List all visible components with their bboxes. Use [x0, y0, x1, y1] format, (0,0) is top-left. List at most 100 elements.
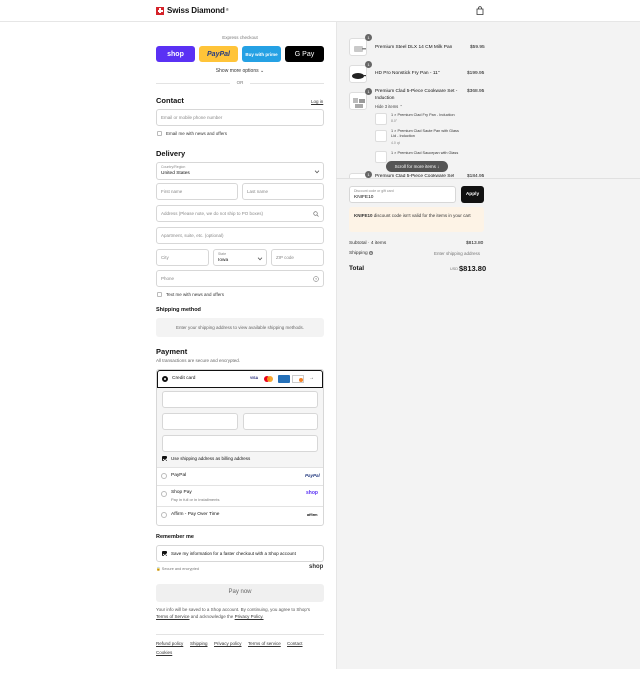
- save-info-label: Save my information for a faster checkou…: [171, 551, 296, 556]
- email-field[interactable]: Email or mobile phone number: [156, 109, 324, 126]
- affirm-label: Affirm - Pay Over Time: [171, 512, 220, 517]
- login-link[interactable]: Log in: [311, 99, 323, 104]
- legal-line-1: Your info will be saved to a Shop accoun…: [156, 607, 311, 612]
- product-thumbnail: [349, 38, 367, 56]
- paypal-logo: PayPal: [305, 473, 320, 478]
- shipping-method-box: Enter your shipping address to view avai…: [156, 318, 324, 337]
- terms-of-service-link[interactable]: Terms of service: [248, 641, 281, 646]
- item-name: HD Pro Nonstick Fry Pan - 11": [375, 71, 440, 76]
- quantity-badge: 1: [365, 88, 372, 95]
- swiss-cross-icon: [156, 6, 164, 15]
- shopping-bag-icon[interactable]: [476, 6, 484, 15]
- shop-pay-radio[interactable]: [161, 491, 167, 497]
- chevron-down-icon: [257, 255, 263, 261]
- address-field[interactable]: Address (Please note, we do not ship to …: [156, 205, 324, 222]
- email-news-label: Email me with news and offers: [166, 131, 227, 136]
- express-title: Express checkout: [222, 35, 258, 40]
- last-name-field[interactable]: Last name: [242, 183, 324, 200]
- more-cards-icon: →: [309, 375, 314, 381]
- card-fields: Use shipping address as billing address: [157, 388, 323, 468]
- shop-logo: shop: [306, 490, 318, 496]
- total-label: Total: [349, 265, 365, 272]
- shop-pay-button[interactable]: shop: [156, 46, 195, 62]
- subtotal-value: $813.80: [466, 241, 484, 246]
- contact-link[interactable]: Contact: [287, 641, 303, 646]
- apartment-field[interactable]: Apartment, suite, etc. (optional): [156, 227, 324, 244]
- text-news-checkbox[interactable]: [157, 292, 162, 297]
- apply-button[interactable]: Apply: [461, 186, 484, 203]
- quantity-badge: 1: [365, 61, 372, 68]
- mastercard-logo: [264, 376, 274, 383]
- terms-link[interactable]: Terms of Service: [156, 614, 190, 619]
- sub-item-variant: 8.0": [391, 119, 398, 123]
- country-select[interactable]: Country/Region United States: [156, 162, 324, 180]
- security-code-field[interactable]: [243, 413, 318, 430]
- email-news-checkbox[interactable]: [157, 131, 162, 136]
- item-price: $368.95: [467, 89, 485, 94]
- shop-pay-label: Shop Pay: [171, 490, 192, 495]
- billing-address-checkbox[interactable]: [162, 456, 167, 461]
- svg-text:?: ?: [315, 277, 317, 281]
- help-icon[interactable]: ?: [313, 276, 319, 282]
- info-icon: ?: [369, 251, 374, 255]
- cookies-link[interactable]: Cookies: [156, 650, 172, 655]
- shop-pay-option[interactable]: Shop Pay Pay in full or in installments …: [157, 486, 323, 507]
- expiration-field[interactable]: [162, 413, 238, 430]
- discount-error-text: KNIFE10 discount code isn't valid for th…: [354, 213, 471, 218]
- save-info-checkbox[interactable]: [162, 551, 167, 556]
- sub-item-name: 1 × Premium Clad Saucepan with Glass: [391, 151, 459, 155]
- affirm-radio[interactable]: [161, 512, 167, 518]
- contact-title: Contact: [156, 96, 184, 105]
- subtotal-label: Subtotal · 4 items: [349, 241, 387, 246]
- paypal-button[interactable]: PayPal: [199, 46, 238, 62]
- item-price: $199.95: [467, 71, 485, 76]
- quantity-badge: 1: [365, 171, 372, 178]
- sub-item-thumbnail: [375, 151, 387, 163]
- discover-logo: [292, 375, 304, 383]
- brand-name: Swiss Diamond: [167, 6, 225, 15]
- billing-address-label: Use shipping address as billing address: [171, 456, 251, 461]
- item-price: $59.95: [470, 45, 485, 50]
- discount-field[interactable]: Discount code or gift card KNIFE10: [349, 186, 456, 203]
- refund-policy-link[interactable]: Refund policy: [156, 641, 183, 646]
- discount-error: KNIFE10 discount code isn't valid for th…: [349, 207, 484, 232]
- phone-field[interactable]: Phone ?: [156, 270, 324, 287]
- privacy-policy-link[interactable]: Privacy policy: [214, 641, 242, 646]
- amazon-pay-button[interactable]: Buy with prime: [242, 46, 281, 62]
- text-news-label: Text me with news and offers: [166, 292, 224, 297]
- shipping-summary-label: Shipping ?: [349, 251, 374, 256]
- trademark: ®: [225, 6, 229, 12]
- google-pay-button[interactable]: G Pay: [285, 46, 324, 62]
- card-number-field[interactable]: [162, 391, 318, 408]
- show-more-options[interactable]: Show more options ⌄: [156, 68, 324, 74]
- affirm-option[interactable]: Affirm - Pay Over Time affirm: [157, 507, 323, 525]
- shipping-method-title: Shipping method: [156, 307, 201, 313]
- chevron-down-icon: [314, 168, 320, 174]
- total-value: $813.80: [459, 264, 487, 273]
- currency-label: USD: [450, 267, 459, 271]
- sub-item-thumbnail: [375, 130, 387, 142]
- payment-subtitle: All transactions are secure and encrypte…: [156, 358, 241, 363]
- brand-logo[interactable]: Swiss Diamond ®: [156, 6, 229, 15]
- scroll-more-pill[interactable]: Scroll for more items ↓: [386, 161, 448, 172]
- credit-card-radio[interactable]: [162, 376, 168, 382]
- header: Swiss Diamond ®: [0, 0, 640, 22]
- privacy-link[interactable]: Privacy Policy.: [235, 614, 264, 619]
- city-field[interactable]: City: [156, 249, 209, 266]
- zip-field[interactable]: ZIP code: [271, 249, 324, 266]
- paypal-radio[interactable]: [161, 473, 167, 479]
- credit-card-option[interactable]: Credit card VISA →: [157, 370, 323, 388]
- sub-item-variant: 4.0 qt: [391, 141, 400, 145]
- item-name: Premium Clad 5-Piece Cookware Set - Indu…: [375, 89, 458, 101]
- first-name-field[interactable]: First name: [156, 183, 238, 200]
- name-on-card-field[interactable]: [162, 435, 318, 452]
- pay-now-button[interactable]: Pay now: [156, 584, 324, 602]
- product-thumbnail: [349, 92, 367, 110]
- item-name: Premium Steel DLX 14 CM Milk Pan: [375, 45, 453, 50]
- state-select[interactable]: State Iowa: [213, 249, 267, 266]
- paypal-option[interactable]: PayPal PayPal: [157, 468, 323, 486]
- shipping-method-message: Enter your shipping address to view avai…: [175, 325, 305, 330]
- hide-items-toggle[interactable]: Hide 3 items ⌃: [375, 104, 403, 109]
- amex-logo: [278, 375, 290, 383]
- shipping-link[interactable]: Shipping: [190, 641, 208, 646]
